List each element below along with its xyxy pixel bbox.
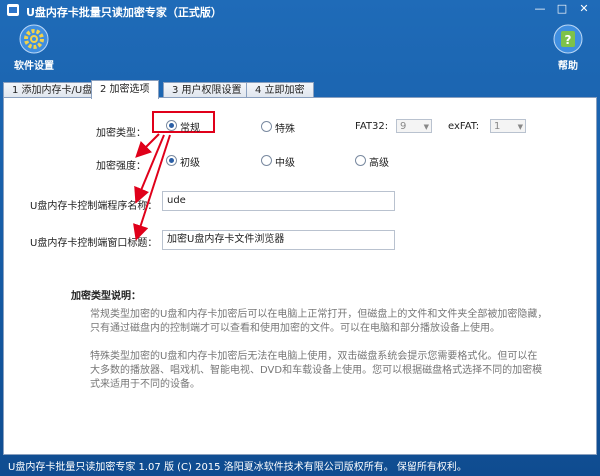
- description-heading: 加密类型说明：: [71, 291, 141, 302]
- help-label: 帮助: [558, 61, 578, 72]
- maximize-button[interactable]: □: [554, 2, 570, 16]
- options-panel: 加密类型： 常规 特殊 FAT32: 9 ▼ exFAT: 1 ▼ 加密强度： …: [3, 97, 597, 455]
- description-line: 只有通过磁盘内的控制端才可以查看和使用加密的文件。可以在电脑和部分播放设备上使用…: [90, 323, 500, 334]
- app-icon: [7, 4, 19, 16]
- window-title: U盘内存卡批量只读加密专家（正式版）: [26, 6, 222, 19]
- tab-strip: 1 添加内存卡/U盘 2 加密选项 3 用户权限设置 4 立即加密: [3, 80, 597, 99]
- tab-user-permissions[interactable]: 3 用户权限设置: [163, 82, 251, 98]
- annotation-arrows: [133, 133, 171, 241]
- help-icon: ?: [553, 24, 583, 54]
- settings-button[interactable]: 软件设置: [14, 24, 54, 72]
- description-line: 特殊类型加密的U盘和内存卡加密后无法在电脑上使用，双击磁盘系统会提示您需要格式化…: [90, 351, 538, 362]
- description-line: 常规类型加密的U盘和内存卡加密后可以在电脑上正常打开，但磁盘上的文件和文件夹全部…: [90, 309, 548, 320]
- description-paragraph-2: 特殊类型加密的U盘和内存卡加密后无法在电脑上使用，双击磁盘系统会提示您需要格式化…: [90, 350, 542, 392]
- tab-encryption-options[interactable]: 2 加密选项: [91, 80, 159, 99]
- minimize-button[interactable]: —: [532, 2, 548, 16]
- help-button[interactable]: ? 帮助: [548, 24, 588, 72]
- app-window: U盘内存卡批量只读加密专家（正式版） — □ ✕ 软件设置 ? 帮助 1 添加内…: [0, 0, 600, 476]
- tab-add-card[interactable]: 1 添加内存卡/U盘: [3, 82, 102, 98]
- settings-label: 软件设置: [14, 61, 54, 72]
- description-line: 式来适用于不同的设备。: [90, 379, 200, 390]
- copyright-text: U盘内存卡批量只读加密专家 1.07 版 (C) 2015 洛阳夏冰软件技术有限…: [8, 462, 467, 473]
- gear-icon: [19, 24, 49, 54]
- arrow-to-strength: [135, 133, 160, 158]
- svg-text:?: ?: [565, 33, 572, 47]
- status-bar: U盘内存卡批量只读加密专家 1.07 版 (C) 2015 洛阳夏冰软件技术有限…: [0, 454, 600, 476]
- description-line: 大多数的播放器、唱戏机、智能电视、DVD和车载设备上使用。您可以根据磁盘格式选择…: [90, 365, 543, 376]
- tab-encrypt-now[interactable]: 4 立即加密: [246, 82, 314, 98]
- close-button[interactable]: ✕: [576, 2, 592, 16]
- description-paragraph-1: 常规类型加密的U盘和内存卡加密后可以在电脑上正常打开，但磁盘上的文件和文件夹全部…: [90, 308, 547, 336]
- title-bar[interactable]: U盘内存卡批量只读加密专家（正式版） — □ ✕: [0, 0, 600, 22]
